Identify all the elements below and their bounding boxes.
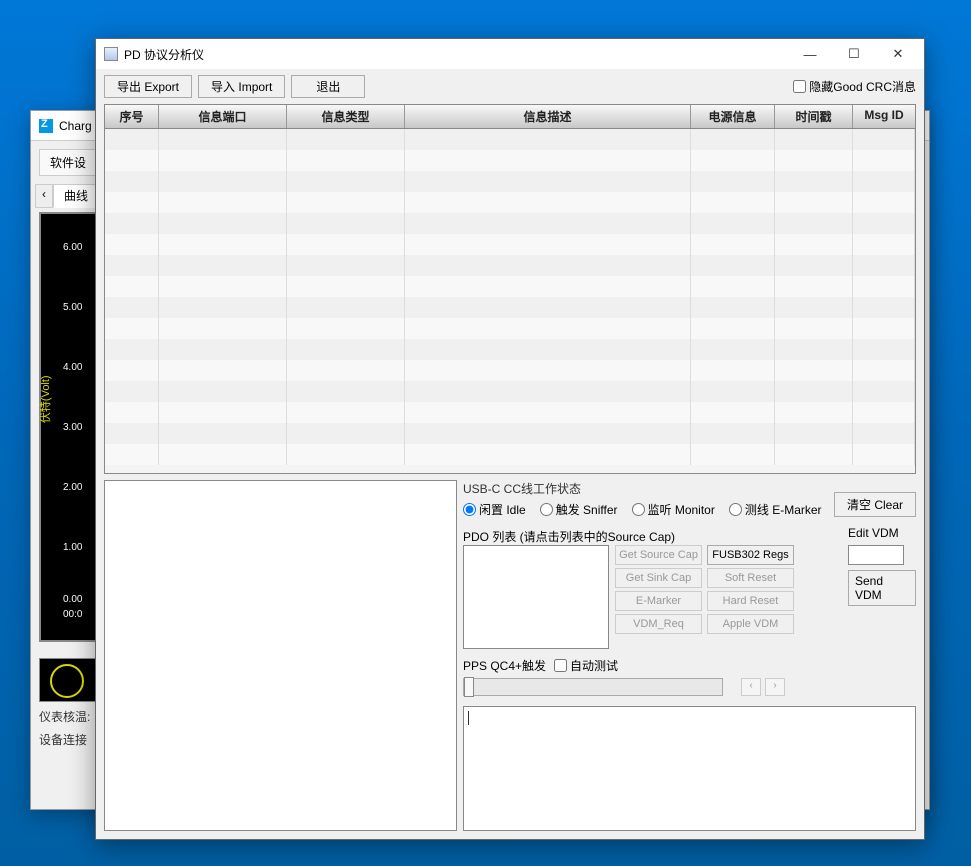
app-icon bbox=[104, 47, 118, 61]
radio-sniffer[interactable]: 触发 Sniffer bbox=[540, 501, 618, 518]
bg-x-tick: 00:0 bbox=[63, 609, 82, 620]
bg-settings-button[interactable]: 软件设 bbox=[39, 149, 97, 176]
grid-header-msgid[interactable]: Msg ID bbox=[853, 105, 915, 128]
cc-state-radios: 闲置 Idle 触发 Sniffer 监听 Monitor 测线 E-Marke… bbox=[463, 499, 826, 524]
hide-crc-label: 隐藏Good CRC消息 bbox=[809, 78, 916, 95]
auto-test-checkbox-input[interactable] bbox=[554, 659, 567, 672]
left-listbox[interactable] bbox=[104, 480, 457, 831]
radio-emarker[interactable]: 测线 E-Marker bbox=[729, 501, 822, 518]
pps-row: PPS QC4+触发 自动测试 bbox=[463, 657, 916, 674]
vdm-column: Edit VDM Send VDM bbox=[848, 526, 916, 606]
bg-title: Charg bbox=[59, 119, 92, 133]
grid-header-port[interactable]: 信息端口 bbox=[159, 105, 287, 128]
exit-button[interactable]: 退出 bbox=[291, 75, 365, 98]
bg-gauge-circle-icon bbox=[50, 664, 84, 698]
grid-body[interactable] bbox=[105, 129, 915, 473]
vdm-req-button[interactable]: VDM_Req bbox=[615, 614, 702, 634]
bg-chart-ylabel: 伏特(Volt) bbox=[37, 375, 53, 423]
bg-tick: 4.00 bbox=[63, 362, 82, 373]
grid-header-row: 序号 信息端口 信息类型 信息描述 电源信息 时间戳 Msg ID bbox=[105, 105, 915, 129]
grid-header-type[interactable]: 信息类型 bbox=[287, 105, 405, 128]
bg-tab-curve[interactable]: 曲线 bbox=[53, 184, 99, 208]
bg-tab-scroll-left[interactable]: ‹ bbox=[35, 184, 53, 207]
message-grid[interactable]: 序号 信息端口 信息类型 信息描述 电源信息 时间戳 Msg ID bbox=[104, 104, 916, 474]
clear-button[interactable]: 清空 Clear bbox=[834, 492, 916, 517]
get-source-cap-button[interactable]: Get Source Cap bbox=[615, 545, 702, 565]
import-button[interactable]: 导入 Import bbox=[198, 75, 285, 98]
pps-step-left-button[interactable]: ‹ bbox=[741, 678, 761, 696]
grid-header-power[interactable]: 电源信息 bbox=[691, 105, 775, 128]
radio-monitor[interactable]: 监听 Monitor bbox=[632, 501, 715, 518]
bg-tick: 2.00 bbox=[63, 482, 82, 493]
export-button[interactable]: 导出 Export bbox=[104, 75, 192, 98]
radio-idle-input[interactable] bbox=[463, 503, 476, 516]
grid-header-timestamp[interactable]: 时间戳 bbox=[775, 105, 853, 128]
bg-tick: 1.00 bbox=[63, 542, 82, 553]
radio-emarker-input[interactable] bbox=[729, 503, 742, 516]
grid-header-seq[interactable]: 序号 bbox=[105, 105, 159, 128]
output-textarea[interactable] bbox=[463, 706, 916, 831]
grid-header-desc[interactable]: 信息描述 bbox=[405, 105, 691, 128]
pdo-list-label: PDO 列表 (请点击列表中的Source Cap) bbox=[463, 528, 836, 545]
pdo-listbox[interactable] bbox=[463, 545, 609, 649]
main-window: PD 协议分析仪 — ☐ ✕ 导出 Export 导入 Import 退出 隐藏… bbox=[95, 38, 925, 840]
pps-label: PPS QC4+触发 bbox=[463, 657, 546, 674]
bg-tick: 5.00 bbox=[63, 302, 82, 313]
auto-test-checkbox[interactable]: 自动测试 bbox=[554, 657, 618, 674]
vdm-input[interactable] bbox=[848, 545, 904, 565]
send-vdm-button[interactable]: Send VDM bbox=[848, 570, 916, 606]
pps-step-right-button[interactable]: › bbox=[765, 678, 785, 696]
bg-tick: 0.00 bbox=[63, 594, 82, 605]
fusb302-regs-button[interactable]: FUSB302 Regs bbox=[707, 545, 794, 565]
pdo-button-grid: Get Source Cap FUSB302 Regs Get Sink Cap… bbox=[615, 545, 794, 649]
pdo-row: Get Source Cap FUSB302 Regs Get Sink Cap… bbox=[463, 545, 836, 649]
bg-tick: 3.00 bbox=[63, 422, 82, 433]
titlebar[interactable]: PD 协议分析仪 — ☐ ✕ bbox=[96, 39, 924, 69]
cc-state-label: USB-C CC线工作状态 bbox=[463, 480, 826, 497]
bg-tick: 6.00 bbox=[63, 242, 82, 253]
edit-vdm-label: Edit VDM bbox=[848, 526, 916, 540]
hard-reset-button[interactable]: Hard Reset bbox=[707, 591, 794, 611]
auto-test-label: 自动测试 bbox=[570, 657, 618, 674]
radio-idle[interactable]: 闲置 Idle bbox=[463, 501, 526, 518]
hide-crc-checkbox[interactable]: 隐藏Good CRC消息 bbox=[793, 78, 916, 95]
get-sink-cap-button[interactable]: Get Sink Cap bbox=[615, 568, 702, 588]
maximize-button[interactable]: ☐ bbox=[832, 40, 876, 68]
pps-slider-thumb[interactable] bbox=[464, 677, 474, 697]
bg-app-icon bbox=[39, 119, 53, 133]
soft-reset-button[interactable]: Soft Reset bbox=[707, 568, 794, 588]
pps-slider[interactable] bbox=[463, 678, 723, 696]
pps-slider-row: ‹ › bbox=[463, 678, 916, 696]
text-cursor-icon bbox=[468, 711, 469, 725]
minimize-button[interactable]: — bbox=[788, 40, 832, 68]
radio-monitor-input[interactable] bbox=[632, 503, 645, 516]
hide-crc-checkbox-input[interactable] bbox=[793, 80, 806, 93]
window-title: PD 协议分析仪 bbox=[124, 46, 788, 63]
emarker-button[interactable]: E-Marker bbox=[615, 591, 702, 611]
right-column: USB-C CC线工作状态 闲置 Idle 触发 Sniffer 监听 Moni… bbox=[463, 480, 916, 831]
close-button[interactable]: ✕ bbox=[876, 40, 920, 68]
toolbar: 导出 Export 导入 Import 退出 隐藏Good CRC消息 bbox=[96, 69, 924, 104]
apple-vdm-button[interactable]: Apple VDM bbox=[707, 614, 794, 634]
lower-panel: USB-C CC线工作状态 闲置 Idle 触发 Sniffer 监听 Moni… bbox=[96, 474, 924, 839]
radio-sniffer-input[interactable] bbox=[540, 503, 553, 516]
